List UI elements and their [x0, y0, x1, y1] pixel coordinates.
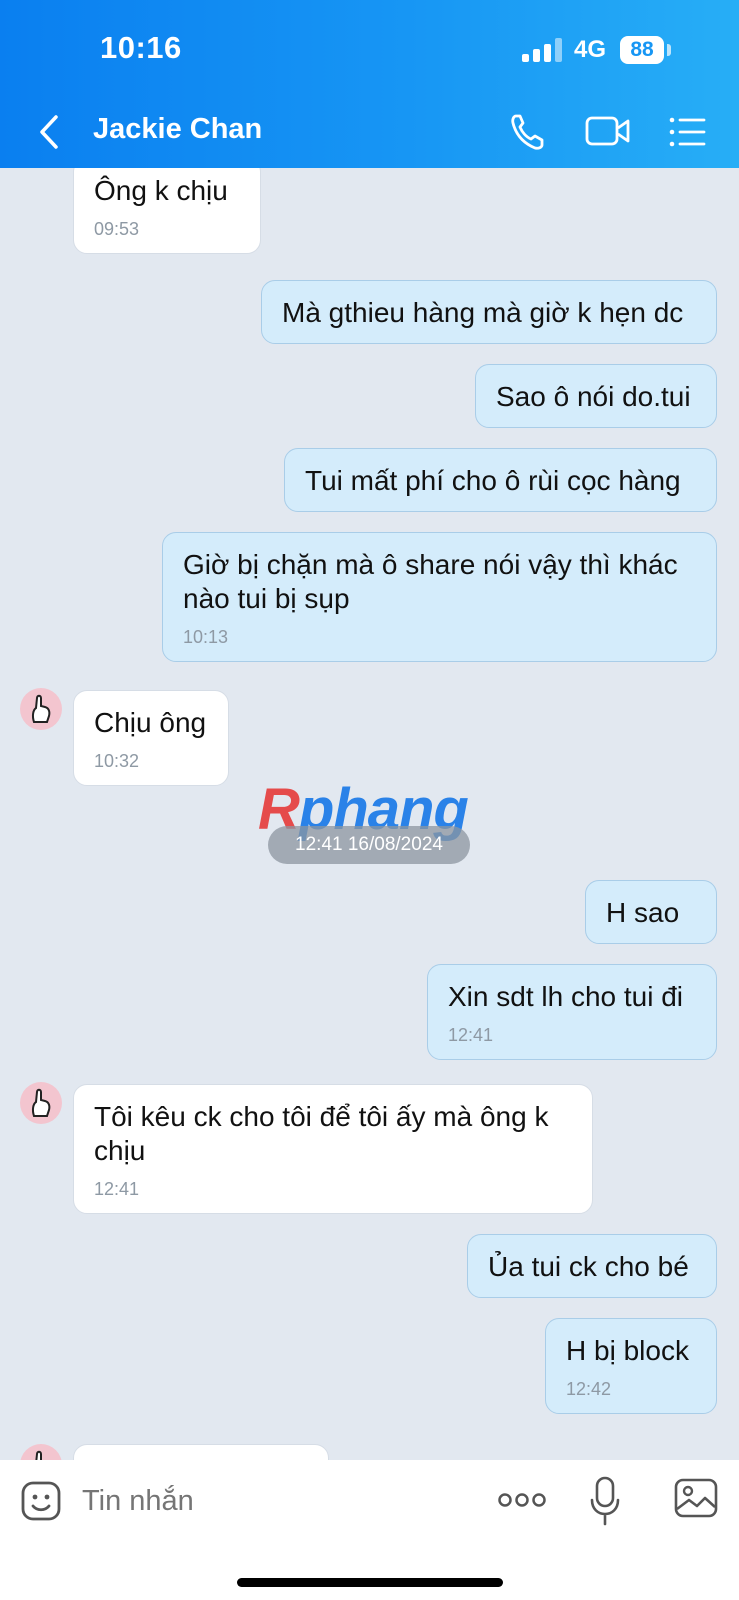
more-dots-icon[interactable]	[498, 1488, 546, 1512]
list-icon[interactable]	[668, 110, 708, 154]
message-input[interactable]	[80, 1476, 464, 1526]
network-type: 4G	[574, 36, 607, 63]
image-icon[interactable]	[674, 1478, 718, 1520]
chat-area[interactable]: Ông k chịu 09:53 Mà gthieu hàng mà giờ k…	[0, 168, 739, 1460]
signal-icon	[522, 38, 562, 62]
message-text: Giờ bị chặn mà ô share nói vậy thì khác …	[183, 549, 678, 614]
chevron-left-icon[interactable]	[34, 112, 66, 152]
message-time: 10:13	[183, 627, 229, 647]
message-text: Tôi kêu ck cho tôi để tôi ấy mà ông k ch…	[94, 1101, 549, 1166]
message-outgoing[interactable]: H sao	[585, 880, 717, 944]
message-text: H bị block	[566, 1335, 689, 1366]
message-text: Sao ô nói do.tui	[496, 381, 691, 412]
contact-avatar[interactable]	[20, 1082, 62, 1124]
date-separator: 12:41 16/08/2024	[268, 826, 470, 864]
message-text: Xin sdt lh cho tui đi	[448, 981, 684, 1012]
message-text: Tui mất phí cho ô rùi cọc hàng	[305, 465, 681, 496]
message-time: 09:53	[94, 219, 140, 239]
message-outgoing[interactable]: H bị block 12:42	[545, 1318, 717, 1414]
message-time: 10:32	[94, 751, 140, 771]
message-text: Mà gthieu hàng mà giờ k hẹn dc	[282, 297, 684, 328]
top-bar: 10:16 4G 88 Jackie Chan	[0, 0, 739, 168]
status-time: 10:16	[100, 30, 182, 65]
message-outgoing[interactable]: Sao ô nói do.tui	[475, 364, 717, 428]
battery-icon: 88	[620, 36, 664, 64]
message-time: 12:41	[448, 1025, 494, 1045]
message-incoming[interactable]: Chịu ông 10:32	[73, 690, 229, 786]
contact-name[interactable]: Jackie Chan	[93, 113, 262, 146]
composer-bar	[0, 1460, 739, 1600]
message-outgoing[interactable]: Ủa tui ck cho bé	[467, 1234, 717, 1298]
message-text: Ông k chịu	[94, 175, 228, 206]
smiley-icon[interactable]	[20, 1480, 62, 1522]
message-text: Ủa tui ck cho bé	[488, 1251, 689, 1282]
message-outgoing[interactable]: Xin sdt lh cho tui đi 12:41	[427, 964, 717, 1060]
message-incoming[interactable]: Ông k chịu 09:53	[73, 168, 261, 254]
contact-avatar[interactable]	[20, 1444, 62, 1460]
video-camera-icon[interactable]	[585, 110, 631, 154]
battery-tip	[667, 44, 671, 56]
message-time: 12:41	[94, 1179, 140, 1199]
microphone-icon[interactable]	[590, 1476, 620, 1526]
message-time: 12:42	[566, 1379, 612, 1399]
home-indicator	[237, 1578, 503, 1587]
phone-icon[interactable]	[508, 110, 548, 154]
message-incoming[interactable]: Tôi kêu ck cho tôi để tôi ấy mà ông k ch…	[73, 1084, 593, 1214]
message-outgoing[interactable]: Mà gthieu hàng mà giờ k hẹn dc	[261, 280, 717, 344]
message-outgoing[interactable]: Giờ bị chặn mà ô share nói vậy thì khác …	[162, 532, 717, 662]
contact-avatar[interactable]	[20, 688, 62, 730]
message-text: Chịu ông	[94, 707, 207, 738]
message-incoming-partial[interactable]	[73, 1444, 329, 1460]
message-outgoing[interactable]: Tui mất phí cho ô rùi cọc hàng	[284, 448, 717, 512]
message-text: H sao	[606, 897, 680, 928]
